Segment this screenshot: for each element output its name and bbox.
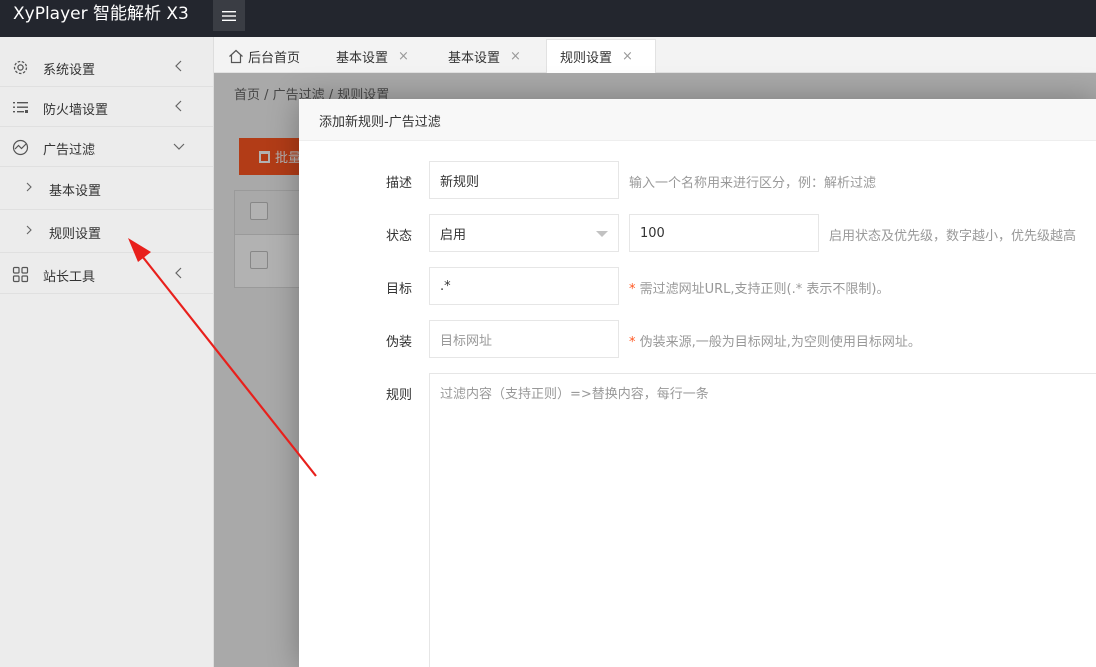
disguise-input[interactable]: 目标网址	[429, 320, 619, 358]
chevron-down-icon	[173, 143, 185, 150]
sidebar-subitem-rules[interactable]: 规则设置	[0, 210, 213, 253]
disguise-tip-text: 伪装来源,一般为目标网址,为空则使用目标网址。	[635, 335, 921, 350]
add-rule-dialog: 添加新规则-广告过滤 描述 新规则 输入一个名称用来进行区分，例：解析过滤 状态…	[299, 99, 1096, 667]
status-select[interactable]: 启用	[429, 214, 619, 252]
sidebar-subitem-label: 基本设置	[49, 184, 102, 199]
chevron-right-icon	[26, 182, 32, 192]
tab-basic-settings-1[interactable]: 基本设置 ×	[336, 39, 409, 73]
tab-basic-settings-2[interactable]: 基本设置 ×	[448, 39, 521, 73]
sidebar: 系统设置 防火墙设置 广告过滤 基本设置 规则设置 站长工具	[0, 37, 214, 667]
desc-input[interactable]: 新规则	[429, 161, 619, 199]
target-label: 目标	[386, 282, 413, 297]
close-icon[interactable]: ×	[622, 49, 633, 64]
rules-textarea[interactable]: 过滤内容（支持正则）=>替换内容，每行一条	[429, 373, 1096, 667]
target-tip: * 需过滤网址URL,支持正则(.* 表示不限制)。	[629, 278, 889, 297]
disguise-tip: * 伪装来源,一般为目标网址,为空则使用目标网址。	[629, 331, 921, 350]
sidebar-item-label: 系统设置	[43, 63, 96, 78]
home-icon	[229, 49, 243, 63]
desc-label: 描述	[386, 176, 413, 191]
sidebar-subitem-label: 规则设置	[49, 227, 102, 242]
sidebar-item-system[interactable]: 系统设置	[0, 47, 213, 87]
sidebar-subitem-basic[interactable]: 基本设置	[0, 167, 213, 210]
menu-toggle-button[interactable]	[213, 0, 245, 31]
tab-label: 基本设置	[336, 50, 389, 66]
chevron-right-icon	[26, 225, 32, 235]
status-select-value: 启用	[440, 227, 467, 243]
hamburger-icon	[222, 10, 236, 21]
caret-down-icon	[596, 231, 608, 237]
gear-icon	[13, 60, 28, 75]
chart-icon	[12, 139, 29, 156]
close-icon[interactable]: ×	[510, 49, 521, 64]
sidebar-item-adfilter[interactable]: 广告过滤	[0, 127, 213, 167]
app-title: XyPlayer 智能解析 X3	[13, 4, 189, 24]
grid-icon	[12, 266, 29, 283]
sidebar-item-webmaster-tools[interactable]: 站长工具	[0, 254, 213, 294]
tab-rule-settings[interactable]: 规则设置 ×	[546, 39, 656, 73]
top-header: XyPlayer 智能解析 X3	[0, 0, 1096, 37]
rules-label: 规则	[386, 388, 413, 403]
dialog-title: 添加新规则-广告过滤	[319, 115, 441, 130]
target-input[interactable]: .*	[429, 267, 619, 305]
desc-tip: 输入一个名称用来进行区分，例：解析过滤	[629, 176, 877, 191]
chevron-left-icon	[175, 60, 182, 72]
list-icon	[13, 102, 28, 113]
tab-label: 基本设置	[448, 50, 501, 66]
status-label: 状态	[386, 229, 413, 244]
target-tip-text: 需过滤网址URL,支持正则(.* 表示不限制)。	[635, 282, 890, 297]
tab-label: 规则设置	[560, 51, 613, 66]
sidebar-item-firewall[interactable]: 防火墙设置	[0, 87, 213, 127]
chevron-left-icon	[175, 100, 182, 112]
sidebar-item-label: 站长工具	[43, 270, 96, 285]
sidebar-item-label: 防火墙设置	[43, 103, 109, 118]
status-tip: 启用状态及优先级，数字越小，优先级越高	[829, 229, 1077, 244]
sidebar-item-label: 广告过滤	[43, 143, 96, 158]
close-icon[interactable]: ×	[398, 49, 409, 64]
dialog-header: 添加新规则-广告过滤	[299, 99, 1096, 141]
tab-label: 后台首页	[248, 50, 301, 66]
disguise-label: 伪装	[386, 335, 413, 350]
chevron-left-icon	[175, 267, 182, 279]
priority-input[interactable]: 100	[629, 214, 819, 252]
tab-bar: 后台首页 基本设置 × 基本设置 × 规则设置 ×	[214, 37, 1096, 73]
tab-home[interactable]: 后台首页	[228, 39, 300, 73]
